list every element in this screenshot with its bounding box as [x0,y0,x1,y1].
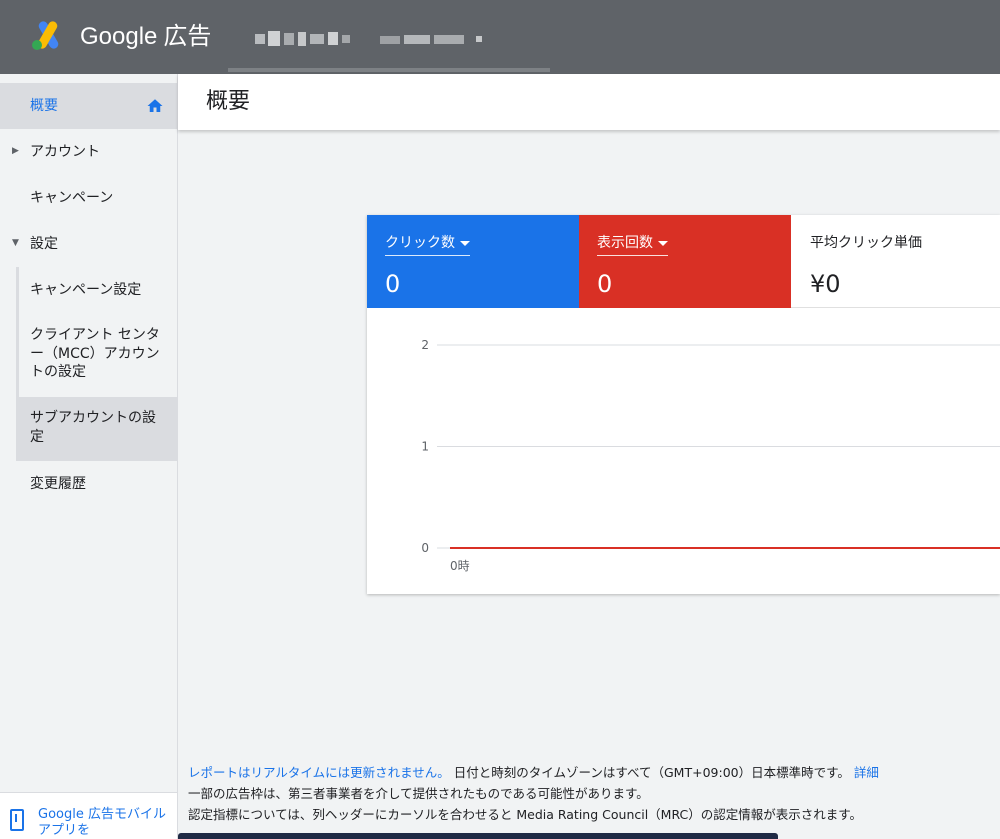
y-tick-label: 1 [421,440,429,454]
page-footer: レポートはリアルタイムには更新されません。 日付と時刻のタイムゾーンはすべて（G… [188,762,988,825]
sidebar-nav: 概要 ▶ アカウント キャンペーン ▼ 設定 キャンペーン設定 クライアント セ… [0,74,178,839]
brand-google: Google [80,23,158,50]
metric-impressions-value: 0 [597,270,613,298]
sidebar-item-label: 概要 [30,98,58,114]
y-tick-label: 0 [421,541,429,555]
sidebar-subitem-label: クライアント センター（MCC）アカウントの設定 [30,327,160,380]
dropdown-arrow-icon [658,240,668,246]
timezone-text: 日付と時刻のタイムゾーンはすべて（GMT+09:00）日本標準時です。 [453,765,850,780]
google-ads-logo-icon[interactable] [30,20,66,52]
metric-avg-cpc[interactable]: 平均クリック単価 ¥0 [791,215,1000,308]
caret-right-icon: ▶ [12,146,19,156]
page-header: 概要 [178,74,1000,130]
metric-clicks-selector[interactable]: クリック数 [385,234,470,256]
brand-ads: 広告 [163,23,212,50]
sidebar-subitem-mcc-settings[interactable]: クライアント センター（MCC）アカウントの設定 [16,313,177,397]
x-tick-label: 0時 [450,559,470,573]
top-app-bar: Google 広告 [0,0,1000,74]
sidebar-subitem-subaccount-settings[interactable]: サブアカウントの設定 [16,397,177,461]
details-link[interactable]: 詳細 [854,765,879,780]
performance-card: クリック数 0 表示回数 0 平均クリック単価 ¥0 0 1 2 0時 [367,215,1000,594]
sidebar-item-campaigns[interactable]: キャンペーン [0,175,177,221]
realtime-info-link[interactable]: レポートはリアルタイムには更新されません。 [188,765,450,780]
y-tick-label: 2 [421,338,429,352]
metric-impressions[interactable]: 表示回数 0 [579,215,791,308]
metric-avg-cpc-value: ¥0 [810,270,841,298]
footer-line-3: 認定指標については、列ヘッダーにカーソルを合わせると Media Rating … [188,807,863,822]
metric-impressions-selector[interactable]: 表示回数 [597,234,668,256]
sidebar-item-label: 設定 [30,236,58,252]
sidebar-item-label: キャンペーン [30,190,114,206]
mobile-app-promo-text: Google 広告モバイルアプリを [38,807,166,838]
footer-line-2: 一部の広告枠は、第三者事業者を介して提供されたものである可能性があります。 [188,786,649,801]
metric-clicks-value: 0 [385,270,401,298]
account-underline [228,68,550,72]
performance-chart: 0 1 2 0時 [421,338,1000,573]
caret-down-icon: ▼ [12,238,19,248]
metric-avg-cpc-label: 平均クリック単価 [810,235,922,251]
account-name-redacted[interactable] [240,30,490,48]
home-icon [147,99,163,112]
metric-clicks-label: クリック数 [385,235,455,251]
footer-line-1: レポートはリアルタイムには更新されません。 日付と時刻のタイムゾーンはすべて（G… [188,762,988,783]
sidebar-subitem-campaign-settings[interactable]: キャンペーン設定 [16,267,177,313]
sidebar-item-settings[interactable]: ▼ 設定 [0,221,177,267]
page-title: 概要 [206,89,251,114]
sidebar-subitem-label: サブアカウントの設定 [30,410,156,445]
dropdown-arrow-icon [460,240,470,246]
bottom-bar [178,833,778,839]
sidebar-item-label: 変更履歴 [30,476,86,492]
metric-impressions-label: 表示回数 [597,235,653,251]
sidebar-item-account[interactable]: ▶ アカウント [0,129,177,175]
sidebar-item-label: アカウント [30,144,100,160]
sidebar-item-overview[interactable]: 概要 [0,83,177,129]
mobile-download-icon [10,809,24,831]
metric-clicks[interactable]: クリック数 0 [367,215,579,308]
sidebar-item-change-history[interactable]: 変更履歴 [0,461,177,507]
product-name: Google 広告 [80,20,211,54]
mobile-app-promo[interactable]: Google 広告モバイルアプリを [0,792,177,839]
sidebar-subitem-label: キャンペーン設定 [30,282,142,298]
